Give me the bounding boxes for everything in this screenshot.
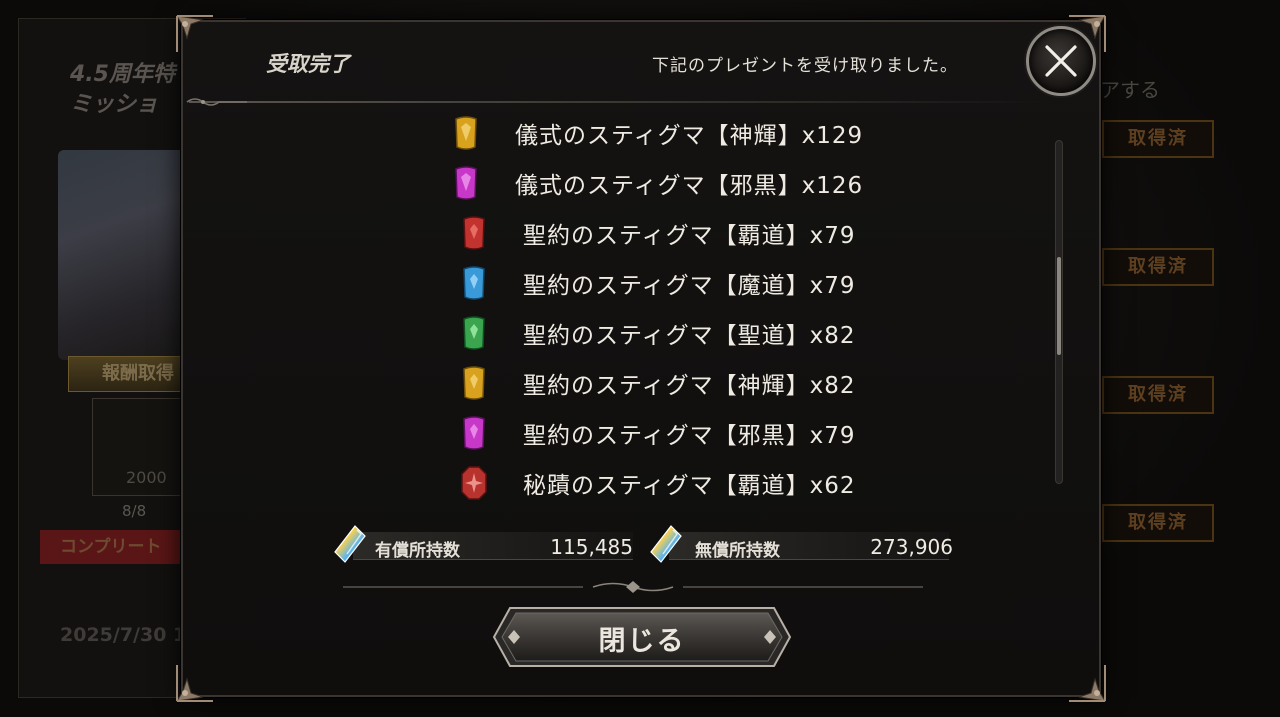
corner-ornament-icon (173, 653, 225, 705)
stigma-magenta-icon (455, 166, 477, 200)
obtained-badge: 取得済 (1102, 504, 1214, 542)
scrollbar-thumb[interactable] (1057, 257, 1061, 355)
mission-description: アする (1100, 78, 1160, 102)
list-item: 聖約のスティグマ【邪黒】x79 (223, 408, 1023, 458)
close-button-label: 閉じる (598, 626, 686, 657)
item-label: 聖約のスティグマ【覇道】x79 (523, 223, 856, 249)
list-item: 聖約のスティグマ【神輝】x82 (223, 358, 1023, 408)
obtained-badge: 取得済 (1102, 120, 1214, 158)
item-label: 聖約のスティグマ【邪黒】x79 (523, 423, 856, 449)
free-currency-row: 無償所持数 273,906 (649, 525, 969, 564)
list-item: 聖約のスティグマ【覇道】x79 (223, 208, 1023, 258)
list-item: 秘蹟のスティグマ【覇道】x62 (223, 458, 1023, 508)
paid-currency-value: 115,485 (550, 535, 633, 559)
stigma-gold-icon (455, 116, 477, 150)
list-item: 聖約のスティグマ【聖道】x82 (223, 308, 1023, 358)
list-item: 儀式のスティグマ【神輝】x129 (223, 108, 1023, 158)
receive-complete-dialog: 受取完了 下記のプレゼントを受け取りました。 儀式のスティグマ【神輝】x129 … (176, 15, 1106, 702)
item-label: 聖約のスティグマ【聖道】x82 (523, 323, 856, 349)
event-title: 4.5周年特 ミッショ (70, 62, 175, 117)
obtained-badge: 取得済 (1102, 248, 1214, 286)
item-label: 聖約のスティグマ【神輝】x82 (523, 373, 856, 399)
obtained-badge: 取得済 (1102, 376, 1214, 414)
header-divider (189, 101, 1049, 103)
dialog-title: 受取完了 (266, 52, 350, 76)
stigma-red-octagon-icon (461, 466, 487, 500)
present-list[interactable]: 儀式のスティグマ【神輝】x129 儀式のスティグマ【邪黒】x126 聖約のスティ… (223, 108, 1023, 508)
paid-currency-row: 有償所持数 115,485 (333, 525, 633, 564)
list-item: 儀式のスティグマ【邪黒】x126 (223, 158, 1023, 208)
stigma-gold-icon (463, 366, 485, 400)
paid-currency-label: 有償所持数 (375, 541, 460, 561)
close-button[interactable]: 閉じる (492, 606, 792, 668)
stigma-blue-icon (463, 266, 485, 300)
footer-divider (343, 581, 923, 593)
free-gem-icon (650, 525, 682, 563)
free-currency-label: 無償所持数 (695, 541, 780, 561)
stigma-red-icon (463, 216, 485, 250)
list-item: 聖約のスティグマ【魔道】x79 (223, 258, 1023, 308)
reward-gem-count: 2000 (126, 468, 167, 487)
close-x-button[interactable] (1026, 26, 1096, 96)
list-scrollbar[interactable] (1055, 140, 1063, 484)
corner-ornament-icon (1057, 653, 1109, 705)
close-icon (1045, 45, 1077, 77)
free-currency-value: 273,906 (870, 535, 953, 559)
stigma-green-icon (463, 316, 485, 350)
corner-ornament-icon (173, 12, 225, 64)
item-label: 秘蹟のスティグマ【覇道】x62 (523, 473, 856, 499)
item-label: 聖約のスティグマ【魔道】x79 (523, 273, 856, 299)
item-label: 儀式のスティグマ【神輝】x129 (515, 123, 864, 149)
item-label: 儀式のスティグマ【邪黒】x126 (515, 173, 864, 199)
paid-gem-icon (334, 525, 366, 563)
dialog-subtitle: 下記のプレゼントを受け取りました。 (652, 56, 958, 76)
stigma-magenta-icon (463, 416, 485, 450)
mission-progress: 8/8 (122, 502, 147, 520)
